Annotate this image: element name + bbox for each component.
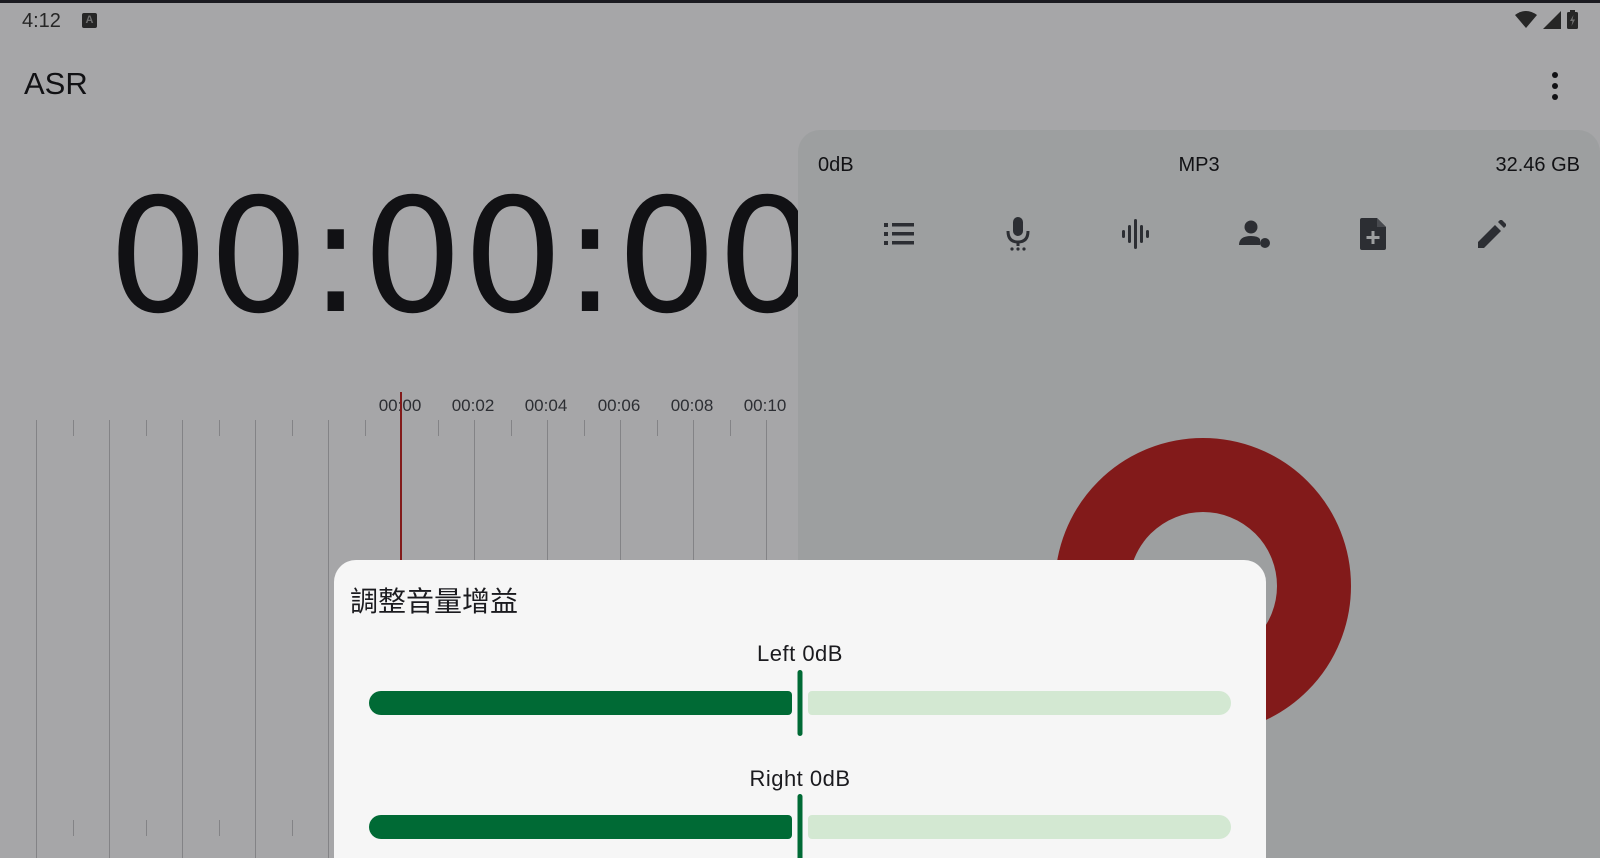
- right-slider-active-track: [369, 815, 792, 839]
- volume-gain-dialog: 調整音量增益 Left 0dB Right 0dB: [334, 560, 1266, 858]
- right-slider-thumb[interactable]: [797, 794, 803, 858]
- right-gain-label: Right 0dB: [749, 766, 851, 791]
- left-gain-label: Left 0dB: [757, 641, 843, 666]
- right-gain-slider[interactable]: [369, 794, 1231, 858]
- app-screen: 4:12 A ASR 00:00:00 00:00 00:02 00:04 00…: [0, 0, 1600, 858]
- left-slider-thumb[interactable]: [797, 670, 803, 736]
- right-slider-inactive-track: [808, 815, 1231, 839]
- left-slider-active-track: [369, 691, 792, 715]
- left-slider-inactive-track: [808, 691, 1231, 715]
- dialog-title: 調整音量增益: [350, 585, 519, 618]
- left-gain-slider[interactable]: [369, 670, 1231, 736]
